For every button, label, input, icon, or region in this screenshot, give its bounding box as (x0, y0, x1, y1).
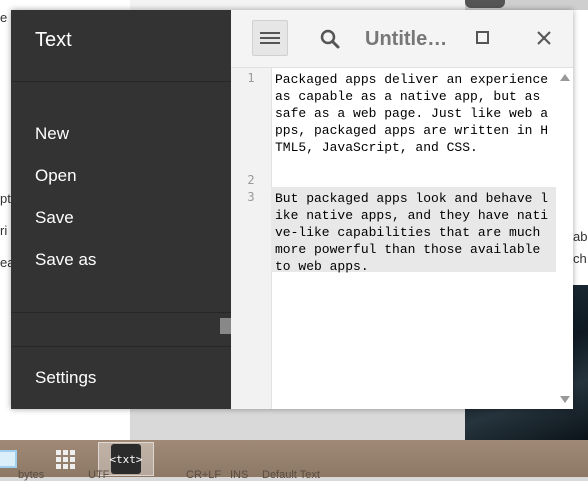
menu-item-open[interactable]: Open (35, 166, 77, 186)
menu-item-new[interactable]: New (35, 124, 69, 144)
sidebar: Text New Open Save Save as Settings (11, 10, 231, 409)
monitor-icon[interactable] (0, 442, 18, 476)
app-launcher-icon[interactable] (48, 442, 82, 476)
menu-item-save[interactable]: Save (35, 208, 74, 228)
background-window-top (130, 0, 465, 10)
sidebar-scroll-handle[interactable] (220, 318, 231, 334)
status-bytes: bytes (18, 469, 45, 481)
vertical-scrollbar[interactable] (556, 68, 573, 409)
divider (11, 312, 231, 313)
text-line[interactable]: Packaged apps deliver an experience as c… (275, 71, 555, 156)
status-insert-mode: INS (230, 469, 249, 481)
background-text: ch (573, 251, 587, 266)
menu-item-settings[interactable]: Settings (35, 368, 96, 388)
menu-item-save-as[interactable]: Save as (35, 250, 96, 270)
line-number: 2 (247, 173, 255, 187)
background-text: ri (0, 223, 8, 238)
background-text: ab (573, 229, 588, 244)
line-number: 1 (247, 71, 255, 85)
text-area[interactable]: Packaged apps deliver an experience as c… (271, 68, 573, 409)
line-number: 3 (247, 190, 255, 204)
sidebar-title: Text (35, 29, 72, 51)
line-number-gutter: 1 2 3 (231, 68, 272, 409)
toolbar: Untitle… (231, 10, 573, 68)
editor-pane: Untitle… 1 2 3 Packaged apps deliver an … (231, 10, 573, 409)
text-app-window: Text New Open Save Save as Settings Unti… (11, 10, 573, 409)
background-text: pt (0, 191, 11, 206)
document-title[interactable]: Untitle… (365, 28, 447, 51)
status-line-ending: CR+LF (186, 469, 222, 481)
background-text: e (0, 10, 8, 25)
scroll-up-arrow-icon[interactable] (560, 74, 570, 81)
text-line[interactable]: But packaged apps look and behave like n… (275, 190, 555, 275)
close-icon[interactable] (536, 30, 552, 46)
hamburger-icon (260, 37, 280, 39)
divider (11, 81, 231, 82)
code-editor[interactable]: 1 2 3 Packaged apps deliver an experienc… (231, 68, 573, 409)
menu-toggle-button[interactable] (252, 20, 288, 56)
background-window-top-right (465, 0, 588, 10)
search-icon[interactable] (319, 28, 341, 50)
maximize-icon[interactable] (476, 31, 489, 44)
divider (11, 346, 231, 347)
text-app-icon: <txt> (109, 444, 143, 474)
status-encoding: UTF (88, 469, 110, 481)
scroll-down-arrow-icon[interactable] (560, 396, 570, 403)
status-mode: Default Text (262, 469, 320, 481)
